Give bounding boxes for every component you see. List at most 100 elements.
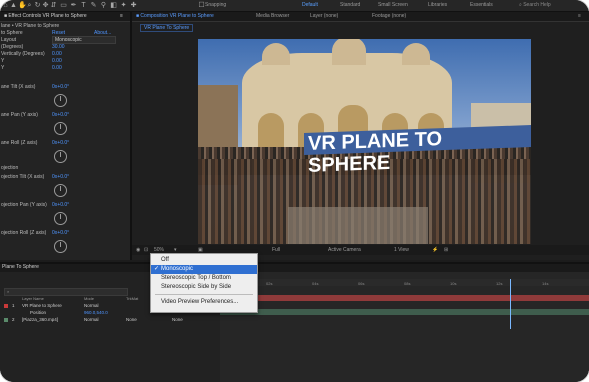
orbit-icon[interactable]: ↻: [34, 2, 41, 9]
tab-media-browser[interactable]: Media Browser: [256, 13, 289, 19]
workspace-default[interactable]: Default: [302, 2, 318, 8]
time-tick: 06s: [358, 281, 365, 286]
layer-duration-bar[interactable]: [220, 295, 589, 301]
grid-icon[interactable]: ⊞: [444, 247, 448, 253]
fast-previews-icon[interactable]: ⚡: [432, 247, 438, 253]
param-label: ojection: [1, 165, 19, 171]
rotation-dial[interactable]: [54, 240, 67, 253]
search-help-field[interactable]: ⌕ Search Help: [519, 1, 579, 9]
checkmark-icon: ✓: [154, 266, 160, 272]
playhead[interactable]: [510, 279, 511, 329]
puppet-icon[interactable]: ✚: [130, 2, 137, 9]
menu-item-label: Stereoscopic Side by Side: [161, 284, 232, 290]
effect-controls-tab[interactable]: ■ Effect Controls VR Plane to Sphere: [4, 13, 87, 19]
workspace-standard[interactable]: Standard: [340, 2, 360, 8]
layer-number: 2: [12, 317, 15, 322]
timeline-tab[interactable]: Plane To Sphere: [2, 264, 39, 270]
layer-duration-bar[interactable]: [220, 309, 589, 315]
menu-item-monoscopic[interactable]: ✓ Monoscopic: [151, 265, 257, 274]
app-window: ⌂ ▲ ✋ ⌕ ↻ ✥ ⇵ ▭ ✒ T ✎ ⚲ ◧ ✦ ✚ ☐ Snapping…: [0, 0, 589, 382]
column-header[interactable]: Mode: [84, 296, 94, 301]
layer-name[interactable]: [Piazza_360.mp4]: [22, 317, 58, 322]
roto-icon[interactable]: ✦: [120, 2, 127, 9]
vr-view-icon[interactable]: ⊡: [144, 247, 148, 253]
tab-composition[interactable]: ■ Composition VR Plane to Sphere: [136, 13, 214, 19]
property-value[interactable]: 960.0,540.0: [84, 310, 108, 315]
menu-item-stereo-top-bottom[interactable]: Stereoscopic Top / Bottom: [151, 274, 257, 283]
param-label: ojection Pan (Y axis): [1, 202, 47, 208]
rotation-dial[interactable]: [54, 212, 67, 225]
views-dropdown[interactable]: 1 View: [394, 247, 409, 253]
zoom-icon[interactable]: ⌕: [26, 2, 33, 9]
panel-menu-icon[interactable]: ≡: [578, 13, 581, 19]
param-value[interactable]: 0.00: [52, 51, 62, 57]
snapping-checkbox-icon[interactable]: ☐: [198, 2, 205, 9]
layer-trkmat[interactable]: None: [126, 317, 137, 322]
time-tick: 10s: [450, 281, 457, 286]
arch: [258, 113, 284, 149]
panel-menu-icon[interactable]: ≡: [120, 13, 123, 19]
tools-toolbar: ⌂ ▲ ✋ ⌕ ↻ ✥ ⇵ ▭ ✒ T ✎ ⚲ ◧ ✦ ✚ ☐ Snapping…: [0, 0, 589, 12]
dome: [262, 43, 290, 65]
param-value[interactable]: 0x+0.0°: [52, 84, 69, 90]
param-label: Layout: [1, 37, 17, 43]
composition-breadcrumb[interactable]: VR Plane To Sphere: [140, 24, 194, 32]
snapping-label[interactable]: Snapping: [205, 2, 226, 8]
menu-item-stereo-side-by-side[interactable]: Stereoscopic Side by Side: [151, 283, 257, 292]
dolly-icon[interactable]: ⇵: [50, 2, 57, 9]
camera-dropdown[interactable]: Active Camera: [328, 247, 361, 253]
param-value[interactable]: 0x+0.0°: [52, 230, 69, 236]
menu-item-label: Video Preview Preferences...: [161, 299, 239, 305]
type-icon[interactable]: T: [80, 2, 87, 9]
effect-controls-tabbar: ■ Effect Controls VR Plane to Sphere ≡: [0, 12, 130, 22]
param-value[interactable]: 0x+0.0°: [52, 140, 69, 146]
param-label: (Degrees): [1, 44, 24, 50]
param-label: ojection Tilt (X axis): [1, 174, 45, 180]
timeline-search-input[interactable]: ⌕: [4, 288, 128, 296]
hand-icon[interactable]: ✋: [18, 2, 27, 9]
workspace-essentials[interactable]: Essentials: [470, 2, 493, 8]
param-value[interactable]: 0.00: [52, 58, 62, 64]
param-value[interactable]: 30.00: [52, 44, 65, 50]
layer-color-label: [4, 318, 8, 322]
home-icon[interactable]: ⌂: [2, 2, 9, 9]
column-header[interactable]: Layer Name: [22, 296, 44, 301]
layer-mode[interactable]: Normal: [84, 303, 99, 308]
menu-item-video-preview-prefs[interactable]: Video Preview Preferences...: [151, 298, 257, 307]
clone-icon[interactable]: ⚲: [100, 2, 107, 9]
param-value[interactable]: 0x+0.0°: [52, 174, 69, 180]
param-value[interactable]: 0x+0.0°: [52, 202, 69, 208]
param-label: ojection Roll (Z axis): [1, 230, 47, 236]
property-name: Position: [30, 310, 47, 315]
pen-icon[interactable]: ✒: [70, 2, 77, 9]
composition-viewer[interactable]: VR PLANE TO SPHERE: [198, 39, 531, 244]
always-preview-icon[interactable]: ◉: [136, 247, 140, 253]
layer-mode[interactable]: Normal: [84, 317, 99, 322]
brush-icon[interactable]: ✎: [90, 2, 97, 9]
param-value[interactable]: 0x+0.0°: [52, 112, 69, 118]
menu-item-label: Off: [161, 257, 169, 263]
workspace-libraries[interactable]: Libraries: [428, 2, 447, 8]
tab-composition-label: Composition VR Plane to Sphere: [140, 13, 214, 19]
tab-footage[interactable]: Footage (none): [372, 13, 406, 19]
layer-parent[interactable]: None: [172, 317, 183, 322]
rotation-dial[interactable]: [54, 94, 67, 107]
pan-icon[interactable]: ✥: [42, 2, 49, 9]
workspace-small-screen[interactable]: Small Screen: [378, 2, 408, 8]
layout-dropdown[interactable]: Monoscopic: [52, 36, 116, 44]
rotation-dial[interactable]: [54, 150, 67, 163]
menu-item-off[interactable]: Off: [151, 256, 257, 265]
layer-name[interactable]: VR Plane to Sphere: [22, 303, 62, 308]
column-header[interactable]: TrkMat: [126, 296, 138, 301]
select-icon[interactable]: ▲: [10, 2, 17, 9]
effect-controls-panel: ■ Effect Controls VR Plane to Sphere ≡ l…: [0, 12, 132, 260]
param-value[interactable]: 0.00: [52, 65, 62, 71]
rectangle-icon[interactable]: ▭: [60, 2, 67, 9]
eraser-icon[interactable]: ◧: [110, 2, 117, 9]
param-label: ane Pan (Y axis): [1, 112, 38, 118]
rotation-dial[interactable]: [54, 122, 67, 135]
resolution-dropdown[interactable]: Full: [272, 247, 280, 253]
search-placeholder: Search Help: [523, 2, 551, 8]
tab-layer[interactable]: Layer (none): [310, 13, 338, 19]
rotation-dial[interactable]: [54, 184, 67, 197]
